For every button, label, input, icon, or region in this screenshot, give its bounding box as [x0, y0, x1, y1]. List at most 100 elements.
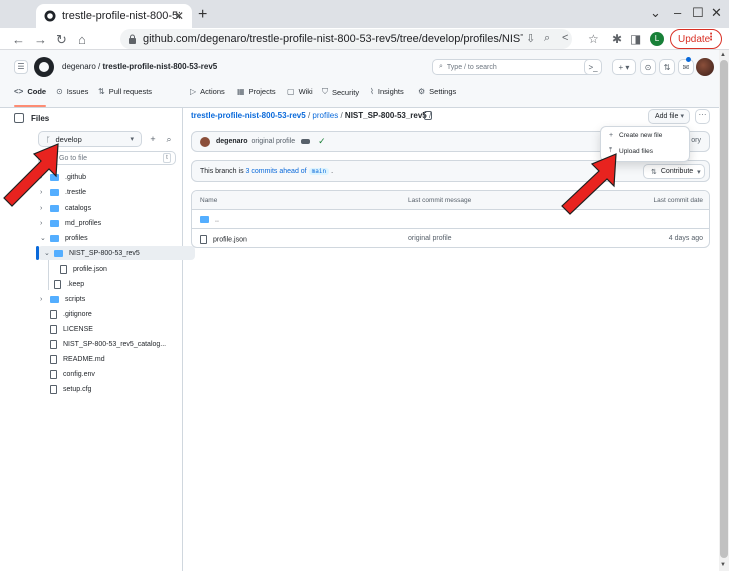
install-app-icon[interactable]: ⇩	[526, 32, 535, 45]
crumb-profiles-link[interactable]: profiles	[312, 111, 338, 120]
history-link[interactable]: ory	[691, 137, 701, 144]
add-file-plus-button[interactable]: +	[146, 131, 160, 147]
profile-avatar[interactable]: L	[650, 32, 664, 46]
reload-button[interactable]: ↻	[56, 32, 67, 48]
browser-toolbar: ← → ↻ ⌂ github.com/degenaro/trestle-prof…	[0, 28, 729, 50]
search-input[interactable]: ⌕ Type / to search	[432, 59, 600, 75]
minimize-button[interactable]: –	[674, 5, 681, 20]
home-button[interactable]: ⌂	[78, 32, 86, 47]
create-new-file-item[interactable]: + Create new file	[609, 132, 662, 139]
repo-nav: <> Code ⊙ Issues ⇅ Pull requests ▷ Actions ▦…	[0, 82, 719, 108]
kebab-menu-icon: ⋮	[706, 32, 716, 43]
tree-item-setup-cfg[interactable]: setup.cfg	[50, 382, 91, 396]
bookmark-star-icon[interactable]: ☆	[588, 32, 599, 46]
tab-actions[interactable]: ▷ Actions	[190, 87, 225, 96]
add-file-button[interactable]: Add file ▾	[648, 109, 690, 124]
issue-icon: ⊙	[56, 87, 63, 96]
forward-button[interactable]: →	[34, 32, 47, 47]
zoom-icon[interactable]: ⌕	[544, 32, 550, 45]
tree-item-catalog-file[interactable]: NIST_SP-800-53_rev5_catalog...	[50, 337, 166, 351]
share-icon[interactable]: <	[562, 32, 568, 44]
tab-pull-requests[interactable]: ⇅ Pull requests	[98, 87, 152, 96]
row-name[interactable]: ..	[200, 216, 219, 223]
row-name[interactable]: profile.json	[200, 235, 247, 244]
extensions-icon[interactable]: ✱	[612, 32, 622, 46]
chevron-right-icon: ›	[40, 295, 43, 303]
table-row[interactable]: ..	[192, 210, 709, 229]
tree-indent-guide	[48, 260, 49, 290]
table-icon: ▦	[237, 87, 245, 96]
folder-open-icon	[50, 234, 59, 242]
tree-item-scripts[interactable]: › scripts	[40, 292, 85, 306]
plus-icon: +	[609, 132, 614, 139]
file-icon	[50, 384, 57, 394]
tree-item-profiles[interactable]: ⌄ profiles	[40, 231, 88, 245]
scroll-up-arrow-icon[interactable]: ▲	[720, 52, 726, 58]
new-tab-button[interactable]: +	[198, 6, 207, 24]
col-message: Last commit message	[408, 197, 472, 204]
file-icon	[50, 324, 57, 334]
repo-breadcrumb: degenaro / trestle-profile-nist-800-53-r…	[62, 62, 217, 71]
tree-item-readme[interactable]: README.md	[50, 352, 105, 366]
user-avatar[interactable]	[696, 58, 714, 76]
scrollbar-thumb[interactable]	[720, 60, 728, 558]
notification-indicator	[686, 57, 691, 62]
command-palette-button[interactable]: >_	[584, 59, 602, 75]
repo-link[interactable]: trestle-profile-nist-800-53-rev5	[103, 62, 218, 71]
scroll-down-arrow-icon[interactable]: ▼	[720, 562, 726, 568]
tab-projects[interactable]: ▦ Projects	[237, 87, 276, 96]
commit-author[interactable]: degenaro	[216, 138, 248, 145]
file-icon	[50, 354, 57, 364]
file-icon	[54, 279, 61, 289]
more-options-button[interactable]: ···	[695, 109, 710, 124]
tab-insights[interactable]: ⌇ Insights	[370, 87, 404, 96]
search-files-icon[interactable]: ⌕	[162, 131, 176, 147]
tab-wiki[interactable]: ▢ Wiki	[287, 87, 313, 96]
browser-tab[interactable]: trestle-profile-nist-800-53- ✕	[36, 4, 192, 28]
file-icon	[200, 235, 207, 244]
table-row[interactable]: profile.json original profile 4 days ago	[192, 229, 709, 247]
tab-security[interactable]: ⛉ Security	[322, 87, 359, 97]
tree-item-gitignore[interactable]: .gitignore	[50, 307, 92, 321]
tree-item-keep[interactable]: .keep	[54, 277, 84, 291]
row-commit-message[interactable]: original profile	[408, 235, 452, 242]
pull-requests-icon[interactable]: ⇅	[659, 59, 675, 75]
commit-message[interactable]: original profile	[252, 138, 296, 145]
close-window-button[interactable]: ✕	[711, 5, 722, 21]
tab-code[interactable]: <> Code	[14, 87, 46, 96]
github-logo-icon[interactable]	[34, 57, 54, 77]
issues-icon[interactable]: ⊙	[640, 59, 656, 75]
crumb-repo-link[interactable]: trestle-profile-nist-800-53-rev5	[191, 111, 306, 120]
contribute-button[interactable]: ⇅ Contribute ▾	[643, 164, 705, 179]
tab-settings[interactable]: ⚙ Settings	[418, 87, 456, 96]
chevron-down-icon: ▾	[680, 113, 684, 120]
tree-item-config-env[interactable]: config.env	[50, 367, 95, 381]
back-button[interactable]: ←	[12, 32, 25, 47]
create-new-button[interactable]: + ▾	[612, 59, 636, 75]
annotation-arrow-branch	[3, 143, 59, 207]
owner-link[interactable]: degenaro	[62, 62, 96, 71]
tree-item-md-profiles[interactable]: › md_profiles	[40, 216, 101, 230]
folder-icon	[50, 219, 59, 227]
side-panel-icon[interactable]: ◨	[630, 32, 641, 46]
update-button[interactable]: Update ⋮	[670, 29, 722, 49]
hamburger-menu-icon[interactable]: ☰	[14, 60, 28, 74]
copy-path-icon[interactable]	[424, 111, 432, 120]
row-commit-date: 4 days ago	[668, 235, 703, 242]
tab-close-icon[interactable]: ✕	[174, 9, 184, 23]
tab-issues[interactable]: ⊙ Issues	[56, 87, 88, 96]
tree-item-nist-sp-800-53-rev5[interactable]: ⌄ NIST_SP-800-53_rev5	[44, 246, 140, 260]
goto-shortcut: t	[163, 153, 171, 163]
address-bar[interactable]: github.com/degenaro/trestle-profile-nist…	[120, 29, 572, 49]
file-table: Name Last commit message Last commit dat…	[191, 190, 710, 248]
sidebar-collapse-icon[interactable]	[14, 113, 24, 123]
crumb-current: NIST_SP-800-53_rev5	[344, 111, 427, 120]
tree-item-license[interactable]: LICENSE	[50, 322, 93, 336]
chevron-right-icon: ›	[40, 219, 43, 227]
ellipsis-icon[interactable]	[301, 139, 311, 144]
chevron-down-icon: ⌄	[44, 250, 50, 257]
maximize-button[interactable]: ☐	[692, 5, 704, 21]
commits-ahead-link[interactable]: 3 commits ahead of	[246, 168, 307, 175]
tree-item-profile-json[interactable]: profile.json	[60, 262, 107, 276]
tab-search-icon[interactable]: ⌄	[650, 5, 661, 21]
